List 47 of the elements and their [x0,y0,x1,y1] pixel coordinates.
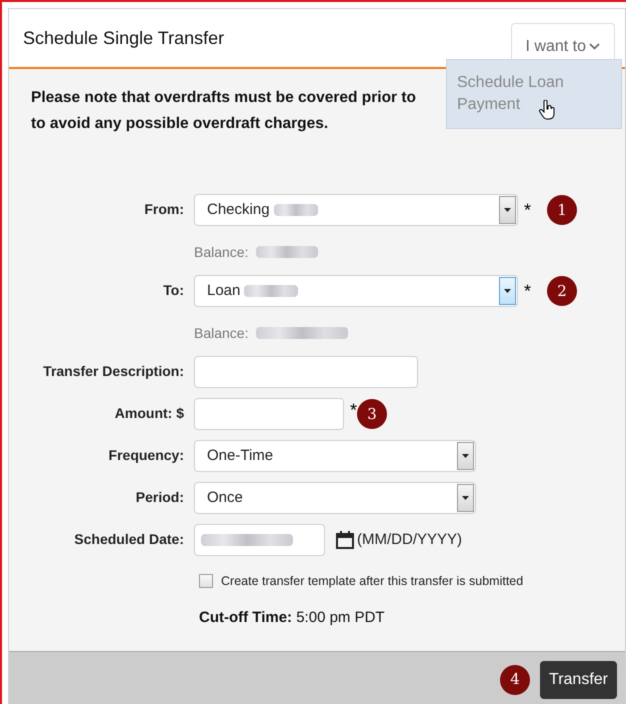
field-label: Scheduled Date: [73,530,185,550]
step-badge: 2 [547,276,578,306]
caret-icon [504,288,511,293]
balance-label: Balance: [194,324,248,343]
account-select[interactable]: Checking [194,194,518,226]
balance-label: Balance: [194,242,248,262]
description-field[interactable] [194,356,418,388]
chevron-down-icon [589,43,600,50]
dropdown-arrow-button[interactable] [499,276,516,305]
caret-icon [462,496,469,500]
dropdown-arrow-button[interactable] [499,196,516,224]
required-asterisk: * [524,200,532,219]
field-label: Frequency: [108,446,185,466]
step-badge: 4 [500,664,530,694]
select-value: Once [207,488,243,508]
notice-line: to avoid any possible overdraft charges. [31,114,328,134]
template-checkbox[interactable] [199,574,213,588]
caret-icon [504,208,511,212]
checkbox-label: Create transfer template after this transfer is submitted [221,572,524,590]
transfer-button[interactable]: Transfer [540,660,617,698]
step-badge: 1 [547,194,578,225]
notice-line: Please note that overdrafts must be covered prior to [31,88,416,108]
cutoff-time: Cut-off Time: 5:00 pm PDT [198,608,386,628]
date-format-hint: (MM/DD/YYYY) [357,530,462,550]
calendar-icon[interactable] [335,530,355,550]
field-label: To: [162,281,185,300]
account-select[interactable]: Once [194,482,476,514]
date-field[interactable] [194,524,325,556]
required-asterisk: * [350,400,358,420]
dropdown-arrow-button[interactable] [457,484,474,512]
redacted-value [256,246,318,258]
hand-cursor-icon [539,100,555,120]
required-asterisk: * [524,282,532,300]
panel-title: Schedule Single Transfer [23,26,224,50]
field-label: Amount: $ [114,404,185,424]
select-value: One-Time [207,446,274,466]
caret-icon [462,454,469,458]
account-select[interactable]: Loan [194,274,518,307]
field-label: Period: [134,488,185,508]
account-select[interactable]: One-Time [194,440,476,472]
dropdown-arrow-button[interactable] [457,442,474,470]
select-value: Loan [207,280,240,300]
step-badge: 3 [357,398,388,429]
select-value: Checking [207,200,270,220]
field-label: Transfer Description: [42,362,185,382]
amount-field[interactable] [194,398,344,430]
field-label: From: [143,200,185,220]
